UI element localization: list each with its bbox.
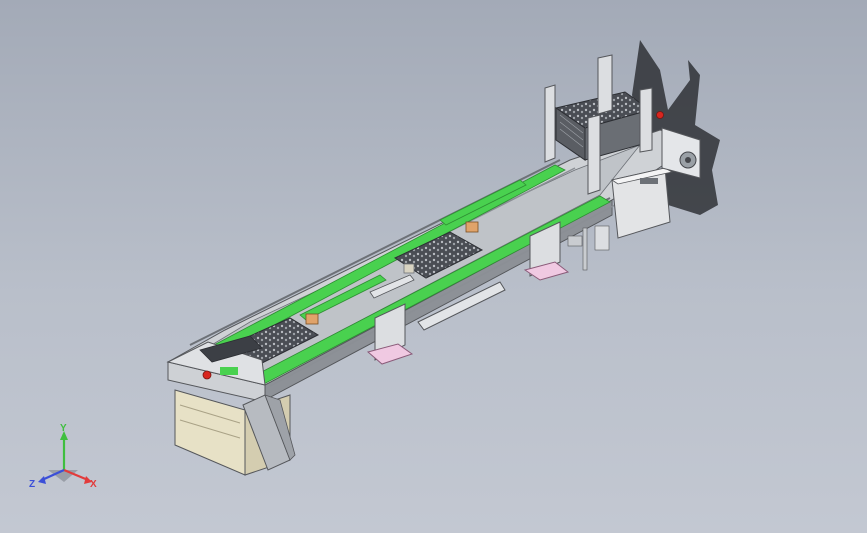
y-axis-label: Y xyxy=(60,423,67,434)
right-electrical-box[interactable] xyxy=(611,167,674,239)
coordinate-triad: Y X Z xyxy=(29,423,97,490)
cad-viewport[interactable]: Y X Z xyxy=(0,0,867,533)
z-axis-label: Z xyxy=(29,479,35,490)
x-axis-label: X xyxy=(90,479,97,490)
emergency-stop-button[interactable] xyxy=(202,370,212,380)
conveyor-assembly-model[interactable]: Y X Z xyxy=(0,0,867,533)
